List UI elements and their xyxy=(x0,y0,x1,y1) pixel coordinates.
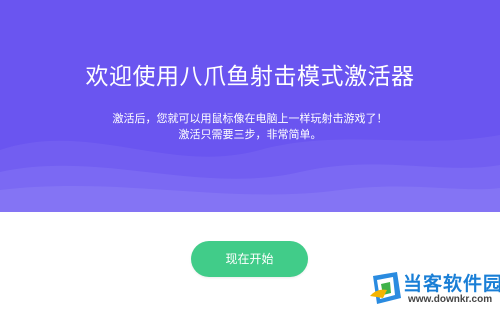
start-now-button[interactable]: 现在开始 xyxy=(191,241,308,277)
watermark-site-name: 当客软件园 xyxy=(403,273,500,295)
page-title: 欢迎使用八爪鱼射击模式激活器 xyxy=(85,64,415,90)
activator-window: 欢迎使用八爪鱼射击模式激活器 激活后，您就可以用鼠标像在电脑上一样玩射击游戏了！… xyxy=(0,0,500,314)
site-watermark: 当客软件园 www.downkr.com xyxy=(367,266,500,314)
watermark-logo-icon xyxy=(370,272,401,304)
wave-background xyxy=(0,135,500,212)
watermark-site-url: www.downkr.com xyxy=(408,294,493,305)
subtitle-line-2: 激活只需要三步，非常简单。 xyxy=(178,128,322,141)
hero-banner: 欢迎使用八爪鱼射击模式激活器 激活后，您就可以用鼠标像在电脑上一样玩射击游戏了！… xyxy=(0,0,500,212)
subtitle-line-1: 激活后，您就可以用鼠标像在电脑上一样玩射击游戏了！ xyxy=(112,112,388,125)
